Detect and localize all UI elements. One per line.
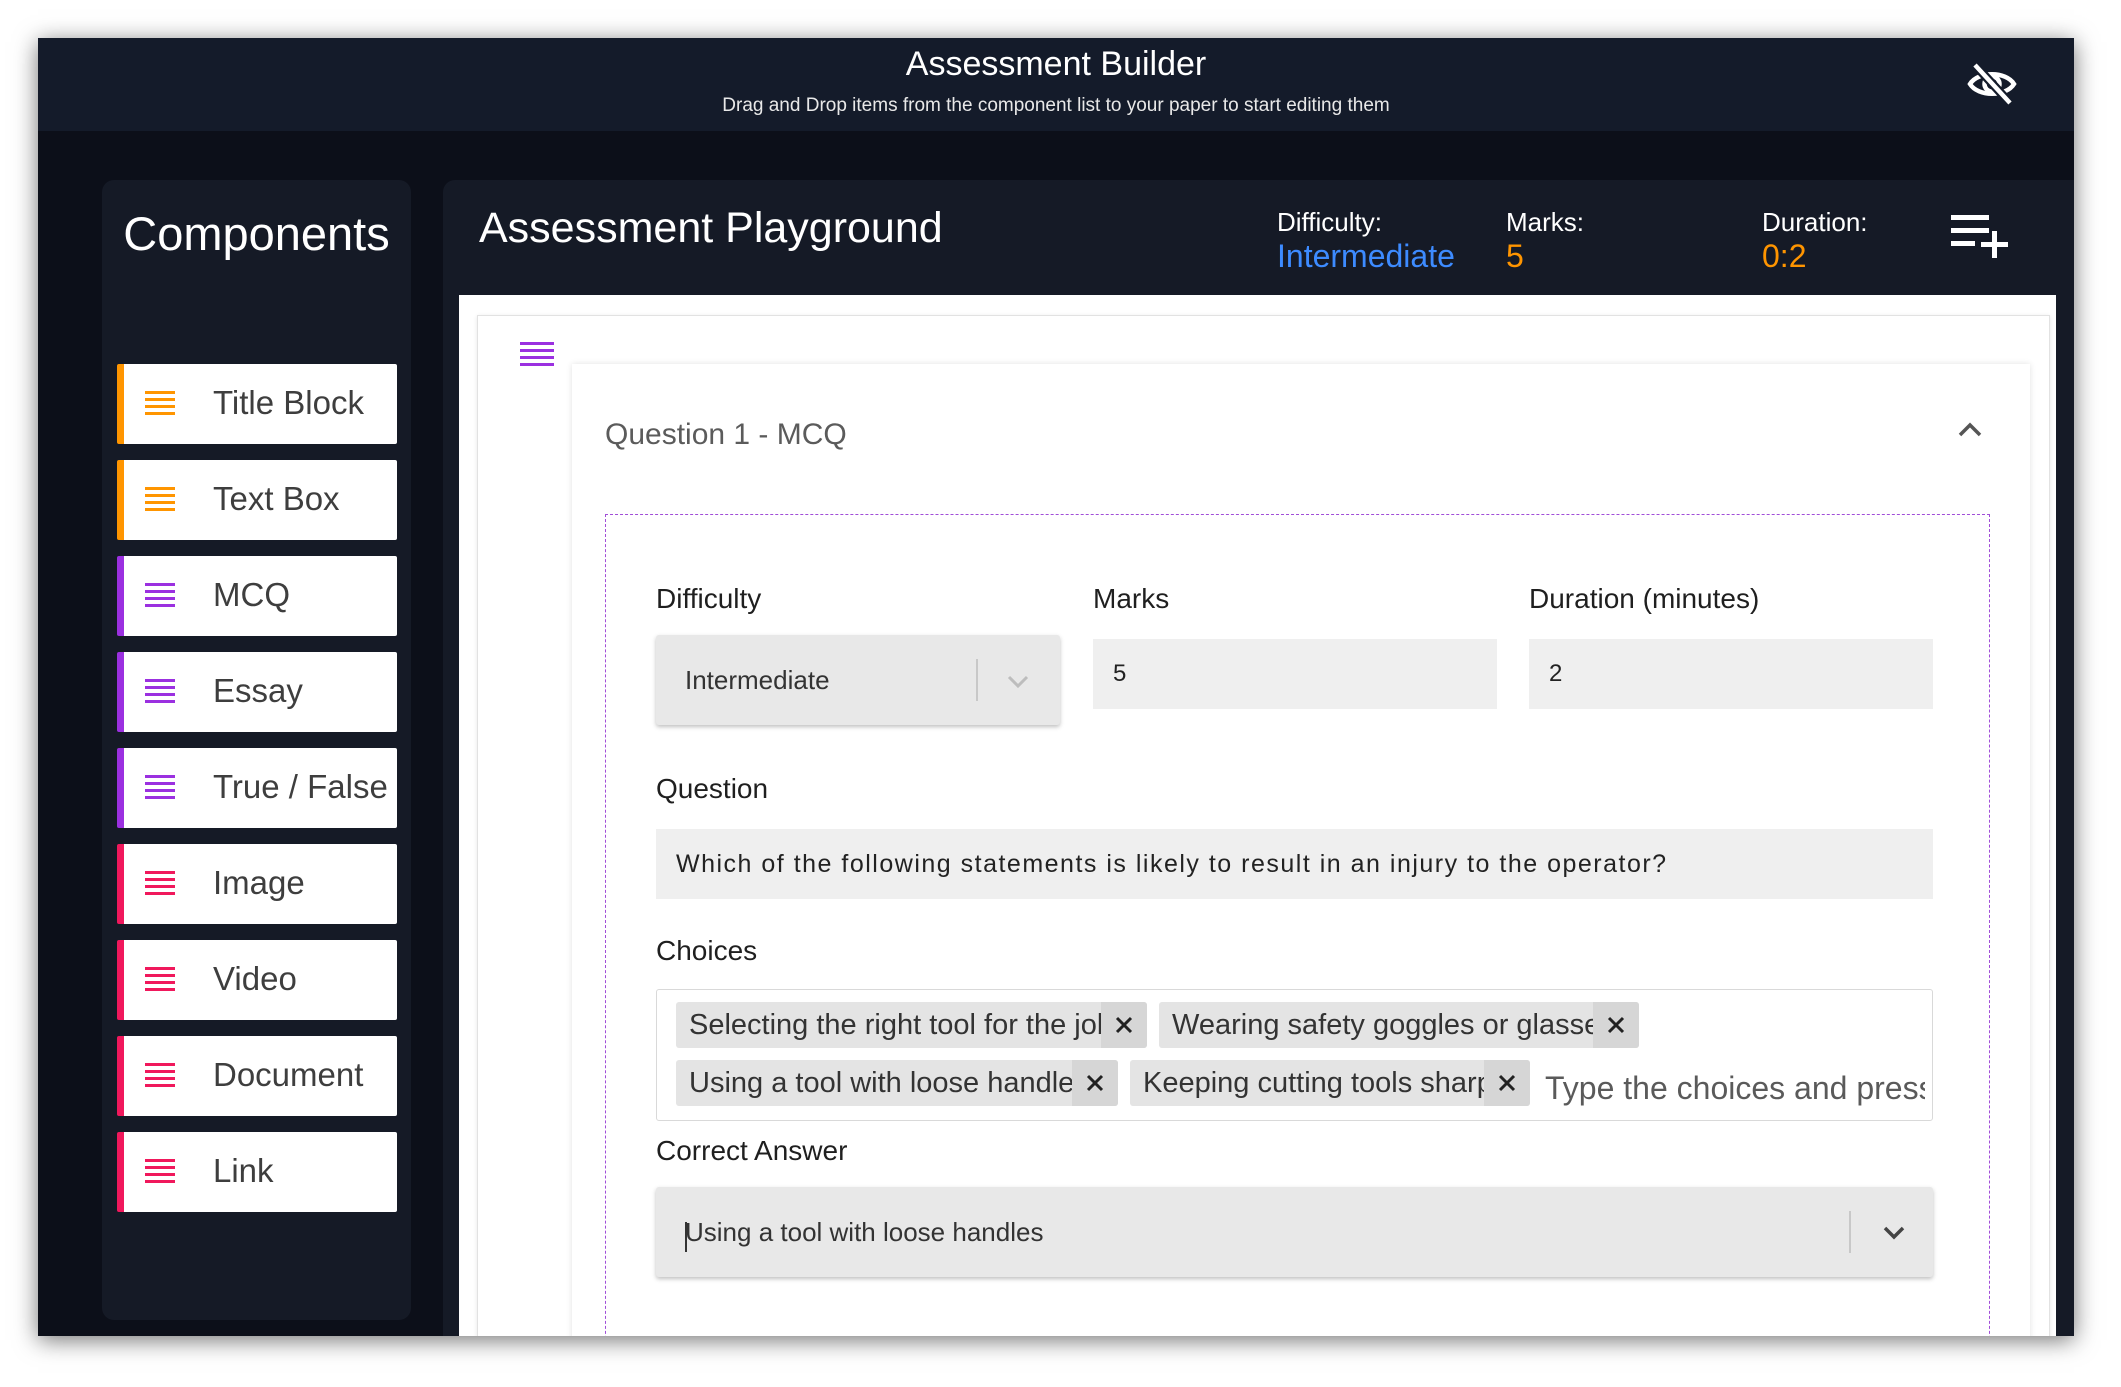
close-icon[interactable]	[1593, 1002, 1639, 1048]
correct-answer-label: Correct Answer	[656, 1135, 848, 1166]
list-icon	[144, 388, 176, 418]
component-item-label: Video	[213, 960, 297, 997]
choice-chip: Wearing safety goggles or glasses	[1159, 1002, 1639, 1048]
list-icon	[144, 1156, 176, 1186]
duration-label: Duration (minutes)	[1529, 583, 1760, 614]
top-bar: Assessment Builder Drag and Drop items f…	[38, 38, 2074, 131]
choice-chip: Selecting the right tool for the job	[676, 1002, 1147, 1048]
choice-chip-label: Using a tool with loose handles	[689, 1067, 1089, 1099]
component-item-label: Image	[213, 864, 305, 901]
paper: Question 1 - MCQ Difficulty Intermediate	[459, 295, 2056, 1336]
duration-input[interactable]	[1529, 639, 1933, 709]
close-icon[interactable]	[1484, 1060, 1530, 1106]
choice-chip: Keeping cutting tools sharp	[1130, 1060, 1530, 1106]
difficulty-select[interactable]: Intermediate	[656, 635, 1060, 725]
drag-handle-icon[interactable]	[518, 338, 556, 372]
question-header-title: Question 1 - MCQ	[605, 418, 847, 451]
choice-chip: Using a tool with loose handles	[676, 1060, 1118, 1106]
question-panel: Question 1 - MCQ Difficulty Intermediate	[572, 364, 2030, 1336]
list-icon	[144, 772, 176, 802]
component-item-title-block[interactable]: Title Block	[117, 364, 397, 444]
chevron-up-icon[interactable]	[1952, 414, 1988, 444]
component-item-label: True / False	[213, 768, 388, 805]
duration-stat-value: 0:2	[1762, 238, 1807, 274]
question-label: Question	[656, 773, 769, 804]
correct-answer-value: Using a tool with loose handles	[685, 1217, 1044, 1247]
list-icon	[144, 964, 176, 994]
marks-input[interactable]	[1093, 639, 1497, 709]
duration-stat-label: Duration:	[1762, 207, 1868, 237]
playlist-add-icon[interactable]	[1948, 210, 2014, 260]
app-window: Assessment Builder Drag and Drop items f…	[38, 38, 2074, 1336]
correct-answer-select[interactable]: Using a tool with loose handles	[656, 1187, 1933, 1277]
app-title: Assessment Builder	[905, 45, 1207, 83]
component-item-label: Text Box	[213, 480, 340, 517]
close-icon[interactable]	[1101, 1002, 1147, 1048]
components-sidebar: Components Title Block Text Box MCQ Essay Tr…	[102, 180, 411, 1320]
component-item-essay[interactable]: Essay	[117, 652, 397, 732]
component-item-mcq[interactable]: MCQ	[117, 556, 397, 636]
question-editor: Difficulty Intermediate Marks Dur	[605, 514, 1990, 1336]
component-item-label: Title Block	[213, 384, 364, 421]
choices-label: Choices	[656, 935, 758, 966]
choices-input[interactable]	[1545, 1065, 1925, 1111]
component-item-document[interactable]: Document	[117, 1036, 397, 1116]
choice-chip-label: Keeping cutting tools sharp	[1143, 1067, 1493, 1099]
close-icon[interactable]	[1072, 1060, 1118, 1106]
list-icon	[144, 1060, 176, 1090]
select-separator	[976, 659, 978, 701]
app-subtitle: Drag and Drop items from the component l…	[722, 95, 1390, 116]
playground-title: Assessment Playground	[479, 204, 943, 252]
marks-stat-label: Marks:	[1506, 207, 1584, 237]
component-item-label: Essay	[213, 672, 303, 709]
component-item-true-false[interactable]: True / False	[117, 748, 397, 828]
chevron-down-icon	[1880, 1223, 1908, 1243]
eye-off-icon[interactable]	[1966, 58, 2018, 110]
difficulty-label: Difficulty	[656, 583, 762, 614]
list-icon	[144, 676, 176, 706]
choice-chip-label: Wearing safety goggles or glasses	[1172, 1009, 1615, 1041]
chevron-down-icon	[1004, 671, 1032, 691]
difficulty-stat-label: Difficulty:	[1277, 207, 1382, 237]
difficulty-stat-value: Intermediate	[1277, 238, 1455, 274]
marks-label: Marks	[1093, 583, 1170, 614]
component-item-label: Document	[213, 1056, 364, 1093]
component-item-link[interactable]: Link	[117, 1132, 397, 1212]
component-item-video[interactable]: Video	[117, 940, 397, 1020]
question-card: Question 1 - MCQ Difficulty Intermediate	[477, 315, 2050, 1336]
component-item-label: Link	[213, 1152, 274, 1189]
question-input[interactable]	[656, 829, 1933, 899]
component-item-text-box[interactable]: Text Box	[117, 460, 397, 540]
list-icon	[144, 580, 176, 610]
choices-chip-input[interactable]: Selecting the right tool for the job Wea…	[656, 989, 1933, 1121]
difficulty-select-value: Intermediate	[685, 665, 830, 695]
marks-stat-value: 5	[1506, 238, 1524, 274]
component-item-image[interactable]: Image	[117, 844, 397, 924]
list-icon	[144, 868, 176, 898]
list-icon	[144, 484, 176, 514]
components-title: Components	[123, 207, 390, 260]
select-separator	[1849, 1211, 1851, 1253]
choice-chip-label: Selecting the right tool for the job	[689, 1009, 1113, 1041]
component-item-label: MCQ	[213, 576, 290, 613]
assessment-playground: Assessment Playground Difficulty: Interm…	[443, 180, 2074, 1336]
